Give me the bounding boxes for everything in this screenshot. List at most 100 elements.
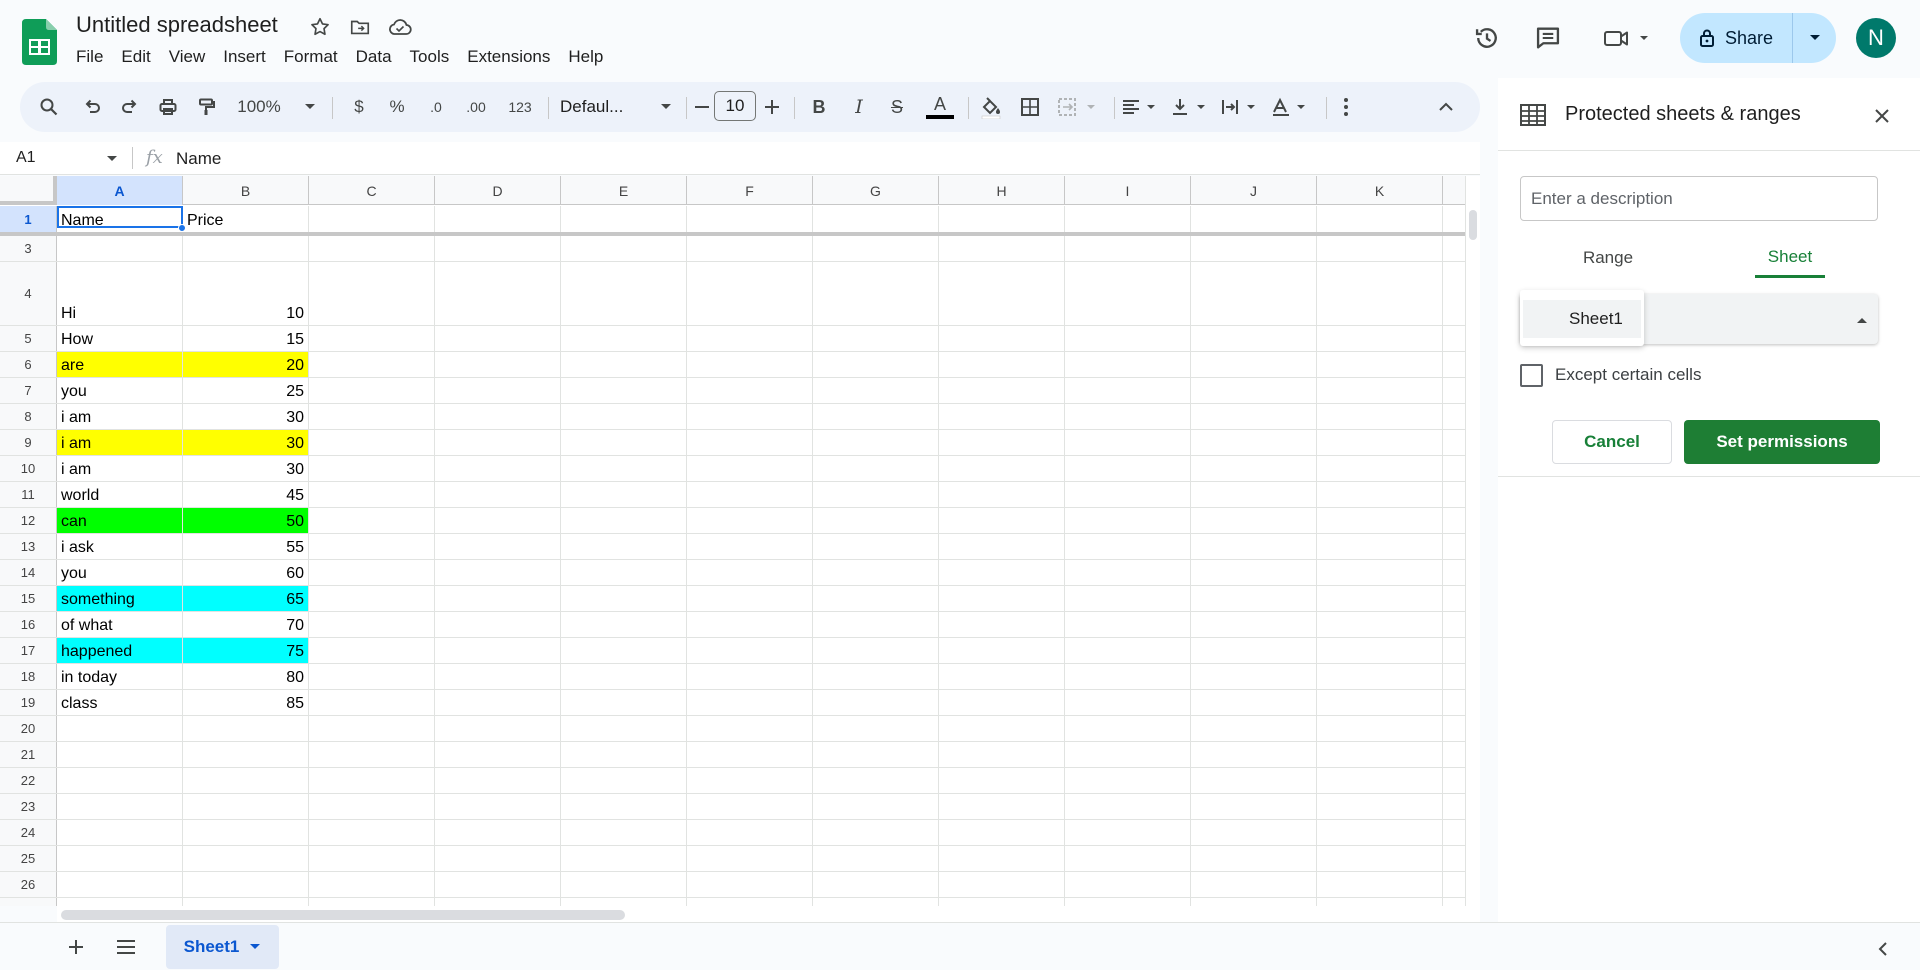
menu-data[interactable]: Data bbox=[356, 46, 401, 68]
cell-k22[interactable] bbox=[1317, 768, 1443, 793]
cloud-status-icon[interactable] bbox=[387, 14, 413, 40]
cell-e23[interactable] bbox=[561, 794, 687, 819]
cell-i21[interactable] bbox=[1065, 742, 1191, 767]
font-dropdown-icon[interactable] bbox=[660, 82, 672, 132]
all-sheets-menu-icon[interactable] bbox=[108, 929, 144, 965]
cell-c22[interactable] bbox=[309, 768, 435, 793]
column-header-i[interactable]: I bbox=[1065, 176, 1191, 205]
cell-j3[interactable] bbox=[1191, 236, 1317, 261]
cell-i23[interactable] bbox=[1065, 794, 1191, 819]
cell-a11[interactable]: world bbox=[57, 482, 183, 507]
sheet-tab-caret-icon[interactable] bbox=[249, 943, 261, 951]
cell-d18[interactable] bbox=[435, 664, 561, 689]
row-header-23[interactable]: 23 bbox=[0, 794, 57, 819]
cell-b15[interactable]: 65 bbox=[183, 586, 309, 611]
cell-e8[interactable] bbox=[561, 404, 687, 429]
cell-h22[interactable] bbox=[939, 768, 1065, 793]
cell-k23[interactable] bbox=[1317, 794, 1443, 819]
cell-g14[interactable] bbox=[813, 560, 939, 585]
cell-j1[interactable] bbox=[1191, 206, 1317, 232]
cell-g11[interactable] bbox=[813, 482, 939, 507]
horizontal-align-icon[interactable] bbox=[1120, 82, 1166, 132]
cell-a9[interactable]: i am bbox=[57, 430, 183, 455]
cell-j9[interactable] bbox=[1191, 430, 1317, 455]
cell-a12[interactable]: can bbox=[57, 508, 183, 533]
cell-i22[interactable] bbox=[1065, 768, 1191, 793]
description-input[interactable] bbox=[1520, 176, 1878, 221]
cell-k20[interactable] bbox=[1317, 716, 1443, 741]
cell-h7[interactable] bbox=[939, 378, 1065, 403]
menu-insert[interactable]: Insert bbox=[223, 46, 275, 68]
cell-h23[interactable] bbox=[939, 794, 1065, 819]
merge-cells-icon[interactable] bbox=[1056, 82, 1104, 132]
cell-d21[interactable] bbox=[435, 742, 561, 767]
cell-c19[interactable] bbox=[309, 690, 435, 715]
cell-c7[interactable] bbox=[309, 378, 435, 403]
cell-k13[interactable] bbox=[1317, 534, 1443, 559]
print-icon[interactable] bbox=[154, 82, 182, 132]
cell-i26[interactable] bbox=[1065, 872, 1191, 897]
cell-k6[interactable] bbox=[1317, 352, 1443, 377]
cell-h25[interactable] bbox=[939, 846, 1065, 871]
column-header-j[interactable]: J bbox=[1191, 176, 1317, 205]
vertical-scroll-thumb[interactable] bbox=[1469, 210, 1477, 240]
row-header-15[interactable]: 15 bbox=[0, 586, 57, 611]
cell-a22[interactable] bbox=[57, 768, 183, 793]
cell-a6[interactable]: are bbox=[57, 352, 183, 377]
cell-i17[interactable] bbox=[1065, 638, 1191, 663]
cell-d20[interactable] bbox=[435, 716, 561, 741]
cell-b22[interactable] bbox=[183, 768, 309, 793]
cell-e11[interactable] bbox=[561, 482, 687, 507]
cell-j6[interactable] bbox=[1191, 352, 1317, 377]
cell-d19[interactable] bbox=[435, 690, 561, 715]
text-wrapping-icon[interactable] bbox=[1220, 82, 1266, 132]
cell-a17[interactable]: happened bbox=[57, 638, 183, 663]
star-icon[interactable] bbox=[307, 14, 333, 40]
cell-j22[interactable] bbox=[1191, 768, 1317, 793]
cell-h19[interactable] bbox=[939, 690, 1065, 715]
vertical-align-icon[interactable] bbox=[1170, 82, 1216, 132]
cell-h9[interactable] bbox=[939, 430, 1065, 455]
sheet-option-sheet1[interactable]: Sheet1 bbox=[1523, 300, 1641, 338]
column-header-g[interactable]: G bbox=[813, 176, 939, 205]
cell-b5[interactable]: 15 bbox=[183, 326, 309, 351]
cell-g27[interactable] bbox=[813, 898, 939, 906]
column-header-d[interactable]: D bbox=[435, 176, 561, 205]
cell-b12[interactable]: 50 bbox=[183, 508, 309, 533]
cell-i14[interactable] bbox=[1065, 560, 1191, 585]
cell-a15[interactable]: something bbox=[57, 586, 183, 611]
cell-f22[interactable] bbox=[687, 768, 813, 793]
meet-icon[interactable] bbox=[1600, 18, 1656, 58]
row-header-6[interactable]: 6 bbox=[0, 352, 57, 377]
cell-d11[interactable] bbox=[435, 482, 561, 507]
cell-e7[interactable] bbox=[561, 378, 687, 403]
cell-e13[interactable] bbox=[561, 534, 687, 559]
cell-c13[interactable] bbox=[309, 534, 435, 559]
cell-f17[interactable] bbox=[687, 638, 813, 663]
cell-b6[interactable]: 20 bbox=[183, 352, 309, 377]
cell-c25[interactable] bbox=[309, 846, 435, 871]
cell-k26[interactable] bbox=[1317, 872, 1443, 897]
cell-j14[interactable] bbox=[1191, 560, 1317, 585]
decrease-font-size-icon[interactable] bbox=[692, 82, 712, 132]
cell-c14[interactable] bbox=[309, 560, 435, 585]
cell-i27[interactable] bbox=[1065, 898, 1191, 906]
cell-a24[interactable] bbox=[57, 820, 183, 845]
cell-g21[interactable] bbox=[813, 742, 939, 767]
cell-d24[interactable] bbox=[435, 820, 561, 845]
more-formats-button[interactable]: 123 bbox=[502, 82, 538, 132]
cell-e25[interactable] bbox=[561, 846, 687, 871]
cell-g5[interactable] bbox=[813, 326, 939, 351]
row-header-1[interactable]: 1 bbox=[0, 206, 57, 232]
row-header-26[interactable]: 26 bbox=[0, 872, 57, 897]
cell-f21[interactable] bbox=[687, 742, 813, 767]
cell-g10[interactable] bbox=[813, 456, 939, 481]
row-header-19[interactable]: 19 bbox=[0, 690, 57, 715]
cell-b21[interactable] bbox=[183, 742, 309, 767]
cell-k16[interactable] bbox=[1317, 612, 1443, 637]
account-avatar[interactable]: N bbox=[1856, 18, 1896, 58]
cell-j7[interactable] bbox=[1191, 378, 1317, 403]
cell-e27[interactable] bbox=[561, 898, 687, 906]
cell-k17[interactable] bbox=[1317, 638, 1443, 663]
strikethrough-button[interactable]: S bbox=[884, 82, 910, 132]
